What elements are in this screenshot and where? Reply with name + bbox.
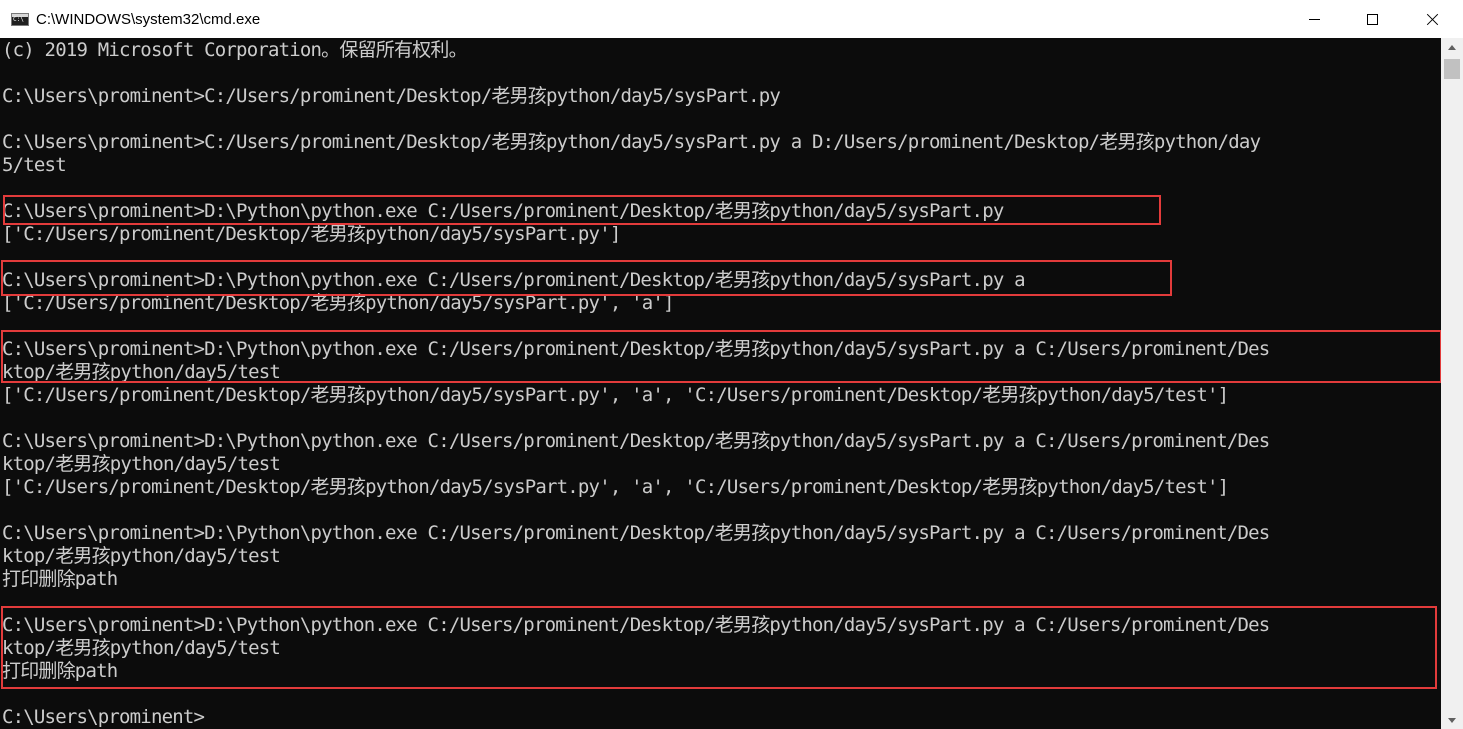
console-line: ktop/老男孩python/day5/test	[2, 453, 281, 475]
cmd-window: C:\WINDOWS\system32\cmd.exe (c) 2019 Mic…	[0, 0, 1463, 729]
console-line: C:\Users\prominent>D:\Python\python.exe …	[2, 269, 1026, 291]
scroll-thumb[interactable]	[1444, 59, 1460, 79]
scroll-up-button[interactable]	[1441, 38, 1463, 56]
close-button[interactable]	[1401, 0, 1463, 38]
console-line: ['C:/Users/prominent/Desktop/老男孩python/d…	[2, 384, 1229, 406]
console-line: 打印删除path	[2, 660, 118, 682]
console-line: 打印删除path	[2, 568, 118, 590]
console-line: 5/test	[2, 154, 67, 176]
console-line: C:\Users\prominent>C:/Users/prominent/De…	[2, 131, 1261, 153]
console-line: ['C:/Users/prominent/Desktop/老男孩python/d…	[2, 223, 621, 245]
console-line: C:\Users\prominent>D:\Python\python.exe …	[2, 430, 1270, 452]
console-line: C:\Users\prominent>D:\Python\python.exe …	[2, 338, 1270, 360]
scroll-down-button[interactable]	[1441, 711, 1463, 729]
cmd-icon	[11, 12, 29, 26]
console-line: C:\Users\prominent>D:\Python\python.exe …	[2, 522, 1270, 544]
window-controls	[1285, 0, 1463, 38]
console-output[interactable]: (c) 2019 Microsoft Corporation。保留所有权利。 C…	[0, 38, 1441, 729]
minimize-button[interactable]	[1285, 0, 1343, 38]
console-line: ['C:/Users/prominent/Desktop/老男孩python/d…	[2, 476, 1229, 498]
console-line: ['C:/Users/prominent/Desktop/老男孩python/d…	[2, 292, 674, 314]
maximize-icon	[1366, 13, 1378, 25]
scroll-down-arrow-icon	[1448, 717, 1456, 723]
console-line: C:\Users\prominent>	[2, 706, 205, 728]
scroll-up-arrow-icon	[1448, 44, 1456, 50]
console-line: ktop/老男孩python/day5/test	[2, 545, 281, 567]
window-title: C:\WINDOWS\system32\cmd.exe	[36, 10, 261, 28]
console-line: C:\Users\prominent>C:/Users/prominent/De…	[2, 85, 781, 107]
minimize-icon	[1308, 18, 1320, 20]
console-line: ktop/老男孩python/day5/test	[2, 361, 281, 383]
console-line: C:\Users\prominent>D:\Python\python.exe …	[2, 614, 1270, 636]
maximize-button[interactable]	[1343, 0, 1401, 38]
console-line: (c) 2019 Microsoft Corporation。保留所有权利。	[2, 39, 468, 61]
title-bar[interactable]: C:\WINDOWS\system32\cmd.exe	[0, 0, 1463, 38]
console-line: ktop/老男孩python/day5/test	[2, 637, 281, 659]
close-icon	[1426, 13, 1439, 26]
console-line: C:\Users\prominent>D:\Python\python.exe …	[2, 200, 1004, 222]
vertical-scrollbar[interactable]	[1441, 38, 1463, 729]
